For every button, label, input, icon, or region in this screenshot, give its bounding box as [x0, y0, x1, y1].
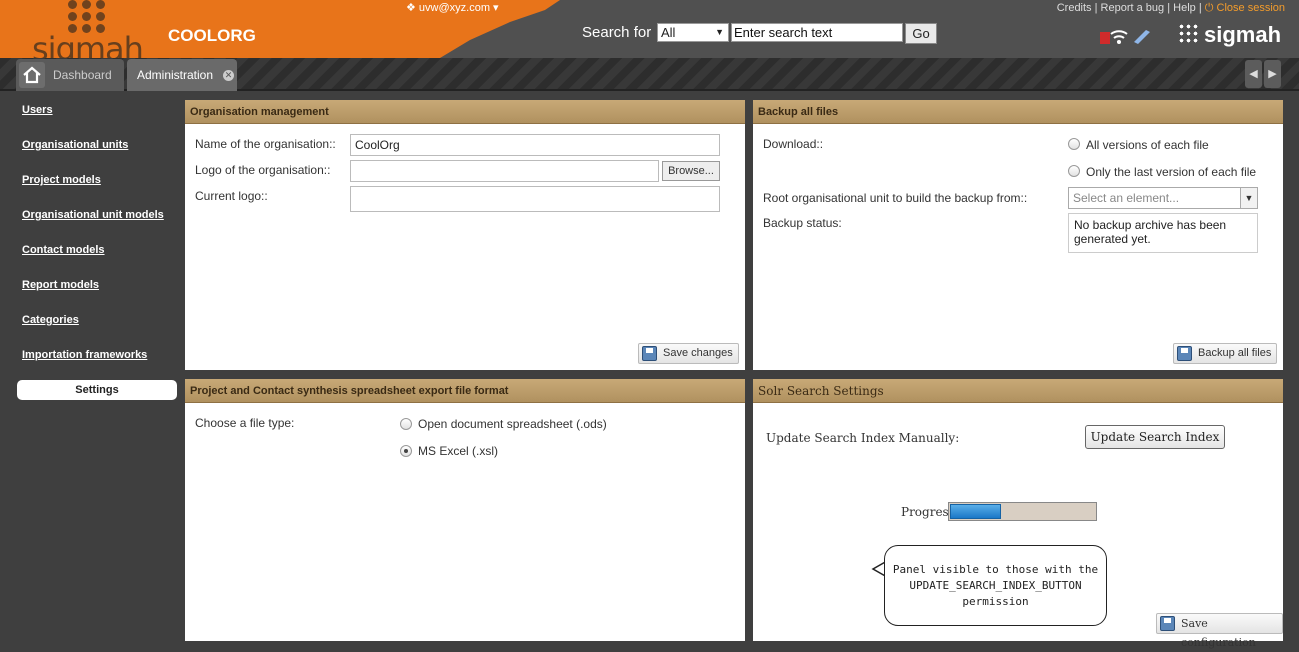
tab-dashboard-label: Dashboard [53, 68, 112, 82]
backup-panel: Backup all files Download:: All versions… [753, 100, 1283, 370]
root-unit-placeholder: Select an element... [1073, 191, 1180, 205]
backup-status-box: No backup archive has been generated yet… [1068, 213, 1258, 253]
download-label: Download:: [763, 137, 824, 151]
sidebar-item-organisational-units[interactable]: Organisational units [22, 139, 128, 151]
index-progress-bar [948, 502, 1097, 521]
permission-note-callout: Panel visible to those with the UPDATE_S… [884, 545, 1107, 626]
note-line-2: UPDATE_SEARCH_INDEX_BUTTON [909, 579, 1082, 592]
save-disk-icon [1177, 346, 1192, 361]
search-go-button[interactable]: Go [905, 23, 937, 44]
home-icon [19, 62, 45, 88]
chevron-down-icon: ▼ [715, 27, 724, 37]
org-name-label: Name of the organisation:: [195, 137, 336, 151]
radio-xsl[interactable] [400, 445, 412, 457]
help-link[interactable]: Help [1173, 2, 1196, 14]
search-label: Search for [582, 24, 652, 41]
organisation-name: COOLORG [168, 26, 256, 45]
user-icon: ❖ [406, 2, 419, 14]
organisation-management-panel: Organisation management Name of the orga… [185, 100, 745, 370]
option-last-version-label: Only the last version of each file [1086, 165, 1257, 179]
save-changes-button[interactable]: Save changes [638, 343, 739, 364]
progress-fill [950, 504, 1001, 519]
current-logo-box [350, 186, 720, 212]
chevron-down-icon: ▼ [1240, 188, 1257, 208]
top-links: Credits | Report a bug | Help | ⏻ Close … [1056, 2, 1285, 14]
root-unit-label: Root organisational unit to build the ba… [763, 191, 1028, 205]
option-xsl-label: MS Excel (.xsl) [418, 444, 499, 458]
tab-dashboard[interactable]: Dashboard [16, 59, 124, 91]
option-all-versions-label: All versions of each file [1086, 138, 1209, 152]
org-logo-file-input[interactable] [350, 160, 659, 182]
save-disk-icon [642, 346, 657, 361]
update-index-label: Update Search Index Manually: [766, 431, 960, 445]
radio-ods[interactable] [400, 418, 412, 430]
org-logo-label: Logo of the organisation:: [195, 163, 331, 177]
update-search-index-button[interactable]: Update Search Index [1085, 425, 1225, 449]
sigmah-grid-icon [1178, 23, 1200, 45]
save-changes-label: Save changes [663, 347, 733, 359]
admin-sidebar: Users Organisational units Project model… [0, 93, 184, 652]
tab-administration-label: Administration [137, 68, 214, 82]
close-tab-icon[interactable]: ✕ [223, 70, 234, 81]
scroll-right-icon[interactable]: ▶ [1264, 60, 1281, 88]
tab-administration[interactable]: Administration ✕ [127, 59, 237, 91]
export-format-panel: Project and Contact synthesis spreadshee… [185, 379, 745, 641]
user-email: uvw@xyz.com ▾ [418, 2, 499, 14]
power-icon: ⏻ [1204, 2, 1214, 14]
connection-status-icon [1100, 30, 1150, 44]
app-header: sigmah COOLORG ❖ uvw@xyz.com ▾ Search fo… [0, 0, 1299, 68]
backup-button-label: Backup all files [1198, 347, 1272, 359]
sidebar-item-project-models[interactable]: Project models [22, 174, 101, 186]
sigmah-brand: sigmah [1178, 22, 1281, 48]
close-session-link[interactable]: Close session [1217, 2, 1285, 14]
solr-search-settings-panel: Solr Search Settings Update Search Index… [753, 379, 1283, 649]
credits-link[interactable]: Credits [1057, 2, 1092, 14]
sidebar-item-settings[interactable]: Settings [17, 380, 177, 400]
report-bug-link[interactable]: Report a bug [1101, 2, 1165, 14]
root-unit-select[interactable]: Select an element... ▼ [1068, 187, 1258, 209]
sidebar-item-contact-models[interactable]: Contact models [22, 244, 105, 256]
file-type-label: Choose a file type: [195, 416, 295, 430]
note-line-1: Panel visible to those with the [892, 563, 1099, 576]
radio-last-version[interactable] [1068, 165, 1080, 177]
save-disk-icon [1160, 616, 1175, 631]
option-ods-label: Open document spreadsheet (.ods) [418, 417, 607, 431]
sidebar-item-users[interactable]: Users [22, 104, 53, 116]
scroll-left-icon[interactable]: ◀ [1245, 60, 1262, 88]
sidebar-item-categories[interactable]: Categories [22, 314, 79, 326]
radio-all-versions[interactable] [1068, 138, 1080, 150]
browse-button[interactable]: Browse... [662, 161, 720, 181]
panel-title: Solr Search Settings [753, 379, 1283, 403]
save-configuration-button[interactable]: Save configuration [1156, 613, 1283, 649]
user-menu[interactable]: ❖ uvw@xyz.com ▾ [406, 1, 499, 14]
tab-bar: Dashboard Administration ✕ ◀ ▶ [0, 58, 1299, 91]
org-name-input[interactable]: CoolOrg [350, 134, 720, 156]
search-input[interactable]: Enter search text [731, 23, 903, 42]
backup-all-files-button[interactable]: Backup all files [1173, 343, 1278, 364]
sidebar-item-org-unit-models[interactable]: Organisational unit models [22, 209, 164, 221]
backup-status-label: Backup status: [763, 216, 842, 230]
search-scope-value: All [661, 25, 676, 40]
search-scope-select[interactable]: All ▼ [657, 23, 729, 42]
current-logo-label: Current logo:: [195, 189, 268, 203]
panel-title: Backup all files [753, 100, 1283, 124]
sidebar-item-report-models[interactable]: Report models [22, 279, 99, 291]
note-line-3: permission [962, 595, 1029, 608]
sigmah-brand-text: sigmah [1204, 22, 1282, 47]
panel-title: Project and Contact synthesis spreadshee… [185, 379, 745, 403]
panel-title: Organisation management [185, 100, 745, 124]
sidebar-item-importation-frameworks[interactable]: Importation frameworks [22, 349, 147, 361]
save-configuration-label: Save configuration [1181, 617, 1256, 649]
